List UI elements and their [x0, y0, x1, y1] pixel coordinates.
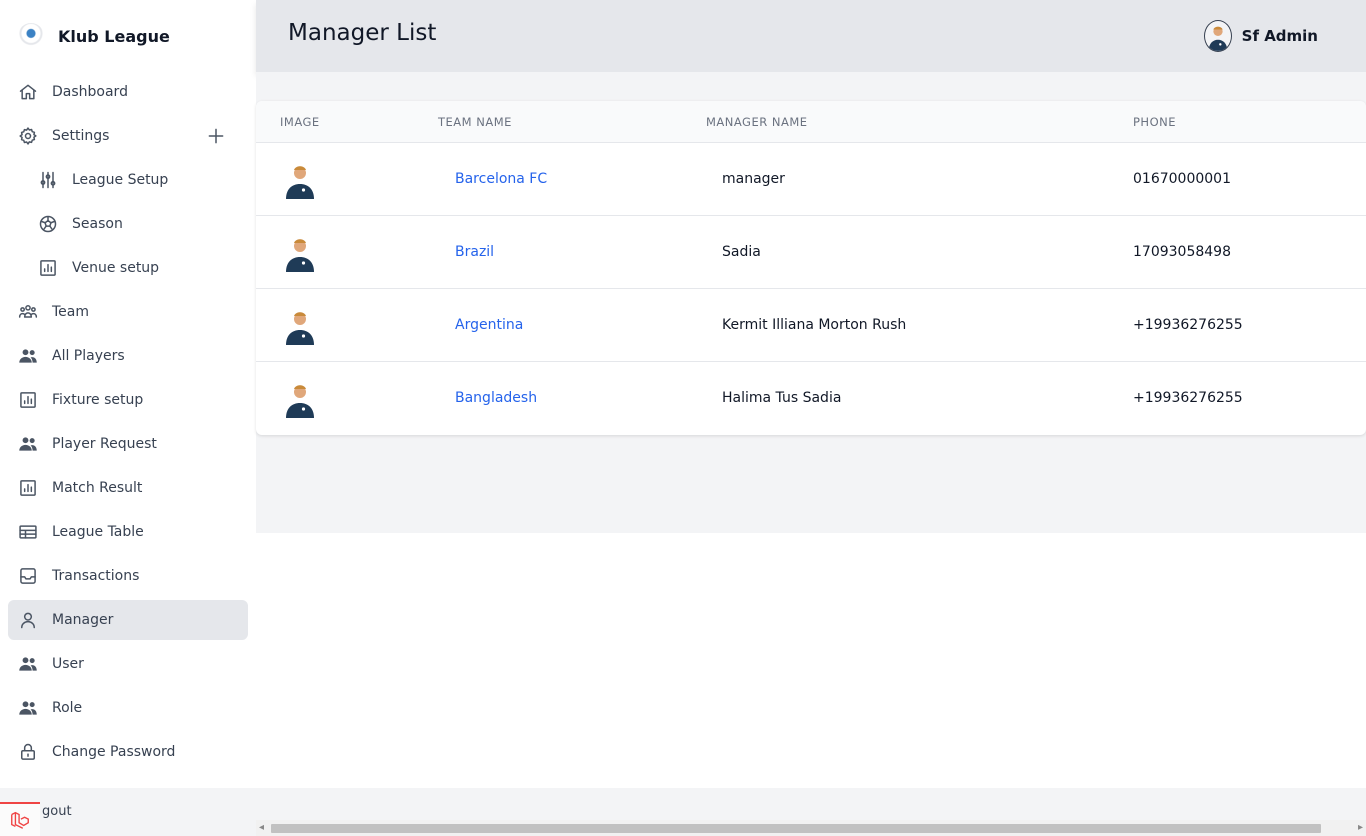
avatar: [1203, 20, 1232, 52]
top-bar: Manager List Sf Admin: [256, 0, 1366, 72]
lock-icon: [18, 742, 38, 762]
sidebar-item-league-setup[interactable]: League Setup: [8, 160, 248, 200]
sidebar-item-label: Venue setup: [72, 260, 160, 276]
column-header-phone: PHONE: [1133, 115, 1177, 129]
team-image: [286, 166, 314, 199]
player-avatar-icon: [1208, 26, 1227, 51]
scroll-right-icon[interactable]: ▸: [1358, 822, 1363, 833]
sidebar-item-label: League Table: [52, 524, 144, 540]
brand[interactable]: Klub League: [18, 22, 170, 50]
sidebar-item-season[interactable]: Season: [8, 204, 248, 244]
column-header-image: IMAGE: [280, 115, 320, 129]
phone-number: 01670000001: [1133, 171, 1231, 187]
table-row: Bangladesh Halima Tus Sadia +19936276255: [256, 362, 1366, 435]
sidebar-item-label: Transactions: [52, 568, 140, 584]
phone-number: 17093058498: [1133, 244, 1231, 260]
sidebar-item-all-players[interactable]: All Players: [8, 336, 248, 376]
sliders-icon: [38, 170, 58, 190]
page-title: Manager List: [288, 20, 437, 46]
home-icon: [18, 82, 38, 102]
inbox-icon: [18, 566, 38, 586]
user-profile-menu[interactable]: Sf Admin: [1203, 20, 1318, 52]
scroll-left-icon[interactable]: ◂: [259, 822, 264, 833]
sidebar-item-label: User: [52, 656, 84, 672]
sidebar-item-label: Fixture setup: [52, 392, 144, 408]
sidebar-item-label: League Setup: [72, 172, 169, 188]
debugbar-icon[interactable]: [0, 802, 40, 836]
sidebar-item-label: Settings: [52, 128, 110, 144]
sidebar-item-settings[interactable]: Settings: [8, 116, 248, 156]
chart-icon: [18, 390, 38, 410]
scrollbar-thumb[interactable]: [271, 824, 1321, 833]
team-image: [286, 385, 314, 418]
brand-logo: [18, 23, 44, 49]
sidebar-item-transactions[interactable]: Transactions: [8, 556, 248, 596]
team-image: [286, 312, 314, 345]
phone-number: +19936276255: [1133, 390, 1243, 406]
plus-icon[interactable]: [206, 126, 226, 146]
horizontal-scrollbar[interactable]: ◂ ▸: [256, 820, 1366, 836]
gear-icon: [18, 126, 38, 146]
manager-name: Sadia: [722, 244, 761, 260]
sidebar-item-league-table[interactable]: League Table: [8, 512, 248, 552]
app-root: Klub League Dashboard Settings League Se…: [0, 0, 1366, 836]
sidebar-item-team[interactable]: Team: [8, 292, 248, 332]
chart-icon: [38, 258, 58, 278]
sidebar-item-label: Dashboard: [52, 84, 128, 100]
manager-name: Kermit Illiana Morton Rush: [722, 317, 907, 333]
manager-name: Halima Tus Sadia: [722, 390, 842, 406]
sidebar-item-label: Player Request: [52, 436, 157, 452]
soccer-ball-icon: [38, 214, 58, 234]
column-header-manager-name: MANAGER NAME: [706, 115, 808, 129]
sidebar-item-user[interactable]: User: [8, 644, 248, 684]
sidebar-item-label: Season: [72, 216, 123, 232]
team-image: [286, 239, 314, 272]
table-row: Brazil Sadia 17093058498: [256, 216, 1366, 289]
users-icon: [18, 346, 38, 366]
manager-table: IMAGE TEAM NAME MANAGER NAME PHONE Barce…: [256, 101, 1366, 435]
table-row: Argentina Kermit Illiana Morton Rush +19…: [256, 289, 1366, 362]
team-name-link[interactable]: Brazil: [455, 244, 494, 260]
team-icon: [18, 302, 38, 322]
table-row: Barcelona FC manager 01670000001: [256, 143, 1366, 216]
sidebar-item-fixture-setup[interactable]: Fixture setup: [8, 380, 248, 420]
brand-name: Klub League: [58, 26, 170, 46]
user-icon: [18, 610, 38, 630]
team-name-link[interactable]: Argentina: [455, 317, 523, 333]
user-name: Sf Admin: [1241, 27, 1318, 45]
logout-link[interactable]: gout: [42, 804, 72, 819]
manager-name: manager: [722, 171, 785, 187]
sidebar-item-label: Change Password: [52, 744, 176, 760]
users-icon: [18, 698, 38, 718]
sidebar-item-label: Manager: [52, 612, 114, 628]
sidebar-item-label: Role: [52, 700, 83, 716]
team-name-link[interactable]: Barcelona FC: [455, 171, 547, 187]
team-name-link[interactable]: Bangladesh: [455, 390, 537, 406]
sidebar-item-manager[interactable]: Manager: [8, 600, 248, 640]
sidebar-item-venue-setup[interactable]: Venue setup: [8, 248, 248, 288]
column-header-team-name: TEAM NAME: [438, 115, 512, 129]
table-icon: [18, 522, 38, 542]
sidebar-item-role[interactable]: Role: [8, 688, 248, 728]
users-icon: [18, 434, 38, 454]
users-icon: [18, 654, 38, 674]
sidebar-item-player-request[interactable]: Player Request: [8, 424, 248, 464]
sidebar: Klub League Dashboard Settings League Se…: [0, 0, 256, 788]
sidebar-item-label: All Players: [52, 348, 125, 364]
chart-icon: [18, 478, 38, 498]
sidebar-item-label: Team: [52, 304, 90, 320]
sidebar-item-label: Match Result: [52, 480, 143, 496]
sidebar-item-dashboard[interactable]: Dashboard: [8, 72, 248, 112]
table-header: IMAGE TEAM NAME MANAGER NAME PHONE: [256, 101, 1366, 143]
sidebar-item-match-result[interactable]: Match Result: [8, 468, 248, 508]
phone-number: +19936276255: [1133, 317, 1243, 333]
sidebar-item-change-password[interactable]: Change Password: [8, 732, 248, 772]
